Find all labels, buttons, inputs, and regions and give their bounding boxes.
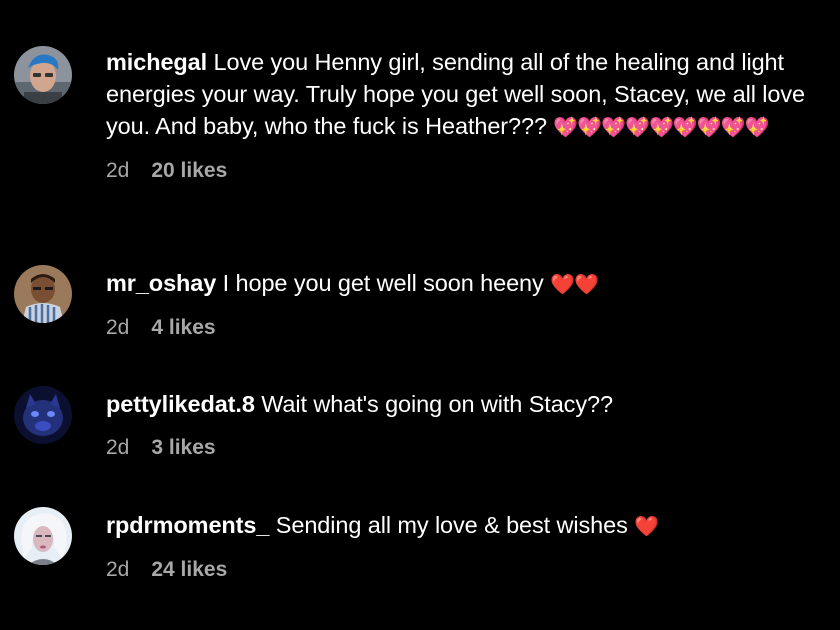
avatar[interactable] (14, 46, 72, 104)
comment-time[interactable]: 2d (106, 159, 129, 183)
comment-meta: 2d 24 likes (106, 558, 826, 582)
comment-meta: 2d 4 likes (106, 316, 826, 340)
comment-message: Sending all my love & best wishes (269, 512, 635, 538)
comment-username[interactable]: mr_oshay (106, 270, 216, 296)
comment-time[interactable]: 2d (106, 316, 129, 340)
comment-text: rpdrmoments_ Sending all my love & best … (106, 509, 826, 542)
comment-text: mr_oshay I hope you get well soon heeny … (106, 267, 826, 300)
comment-text: pettylikedat.8 Wait what's going on with… (106, 388, 826, 420)
comment-message: Wait what's going on with Stacy?? (254, 391, 613, 417)
comment-likes[interactable]: 20 likes (151, 159, 227, 183)
comment-username[interactable]: michegal (106, 49, 207, 75)
comment-time[interactable]: 2d (106, 558, 129, 582)
comment-body: pettylikedat.8 Wait what's going on with… (106, 388, 826, 460)
comment-meta: 2d 20 likes (106, 159, 826, 183)
avatar[interactable] (14, 265, 72, 323)
comment-body: michegal Love you Henny girl, sending al… (106, 46, 826, 183)
comment-message: I hope you get well soon heeny (216, 270, 551, 296)
red-heart-emoji: ❤️ (634, 514, 659, 538)
avatar[interactable] (14, 507, 72, 565)
comment-body: rpdrmoments_ Sending all my love & best … (106, 509, 826, 582)
avatar[interactable] (14, 386, 72, 444)
comment-likes[interactable]: 4 likes (151, 316, 215, 340)
red-heart-emoji: ❤️❤️ (550, 272, 599, 296)
comment-username[interactable]: rpdrmoments_ (106, 512, 269, 538)
comment-username[interactable]: pettylikedat.8 (106, 391, 255, 417)
comment-likes[interactable]: 3 likes (151, 436, 215, 460)
comment-meta: 2d 3 likes (106, 436, 826, 460)
comment-likes[interactable]: 24 likes (151, 558, 227, 582)
comment-body: mr_oshay I hope you get well soon heeny … (106, 267, 826, 340)
comment-time[interactable]: 2d (106, 436, 129, 460)
comments-list: michegal Love you Henny girl, sending al… (0, 0, 840, 630)
comment-text: michegal Love you Henny girl, sending al… (106, 46, 826, 143)
sparkling-heart-emoji: 💖💖💖💖💖💖💖💖💖 (553, 115, 769, 139)
